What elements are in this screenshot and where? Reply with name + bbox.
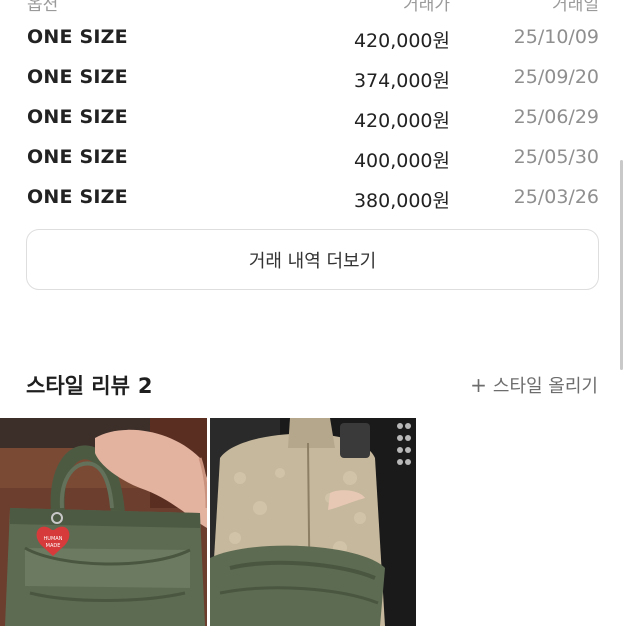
plus-icon: + <box>470 373 487 397</box>
row-date: 25/10/09 <box>513 26 599 48</box>
upload-style-button[interactable]: + 스타일 올리기 <box>470 372 598 398</box>
row-size: ONE SIZE <box>27 26 128 48</box>
table-row: ONE SIZE 374,000원 25/09/20 <box>0 60 626 100</box>
brand-logo-text-2: MADE <box>46 543 61 549</box>
row-size: ONE SIZE <box>27 66 128 88</box>
row-price: 420,000원 <box>353 30 450 52</box>
section-title: 스타일 리뷰 2 <box>26 370 153 400</box>
row-date: 25/03/26 <box>513 186 599 208</box>
fleece-photo-image <box>210 418 416 626</box>
header-date: 거래일 <box>552 0 599 15</box>
row-date: 25/09/20 <box>513 66 599 88</box>
style-review-photos: HUMAN MADE <box>0 418 626 626</box>
trade-table-header: 옵션 거래가 거래일 <box>0 0 626 15</box>
header-option: 옵션 <box>27 0 59 15</box>
upload-style-label: 스타일 올리기 <box>492 376 598 397</box>
review-photo[interactable] <box>210 418 416 626</box>
scrollbar[interactable] <box>620 160 623 370</box>
row-size: ONE SIZE <box>27 146 128 168</box>
table-row: ONE SIZE 380,000원 25/03/26 <box>0 180 626 220</box>
section-title-text: 스타일 리뷰 <box>26 374 130 398</box>
style-review-header: 스타일 리뷰 2 + 스타일 올리기 <box>0 366 626 402</box>
bag-photo-image: HUMAN MADE <box>0 418 207 626</box>
table-row: ONE SIZE 400,000원 25/05/30 <box>0 140 626 180</box>
row-price: 374,000원 <box>353 70 450 92</box>
row-price: 400,000원 <box>353 150 450 172</box>
more-trades-button[interactable]: 거래 내역 더보기 <box>26 229 599 290</box>
row-size: ONE SIZE <box>27 186 128 208</box>
header-price: 거래가 <box>403 0 450 15</box>
brand-logo-text: HUMAN <box>44 536 63 542</box>
table-row: ONE SIZE 420,000원 25/06/29 <box>0 100 626 140</box>
row-price: 380,000원 <box>353 190 450 212</box>
row-price: 420,000원 <box>353 110 450 132</box>
table-row: ONE SIZE 420,000원 25/10/09 <box>0 20 626 60</box>
row-date: 25/06/29 <box>513 106 599 128</box>
row-date: 25/05/30 <box>513 146 599 168</box>
review-count: 2 <box>137 374 153 398</box>
row-size: ONE SIZE <box>27 106 128 128</box>
trade-history-table: ONE SIZE 420,000원 25/10/09 ONE SIZE 374,… <box>0 20 626 220</box>
review-photo[interactable]: HUMAN MADE <box>0 418 207 626</box>
